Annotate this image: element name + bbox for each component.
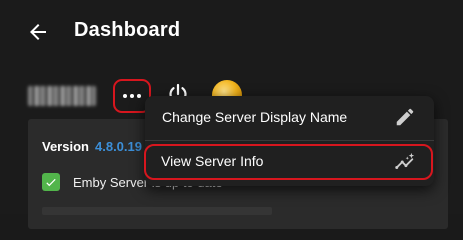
- menu-item-change-server-display-name[interactable]: Change Server Display Name: [145, 96, 434, 140]
- menu-item-view-server-info[interactable]: View Server Info: [144, 144, 433, 180]
- card-next-row: [42, 207, 272, 215]
- menu-item-label: View Server Info: [161, 153, 264, 169]
- arrow-left-icon: [30, 24, 46, 40]
- back-button[interactable]: [26, 20, 50, 44]
- page-title: Dashboard: [74, 19, 181, 41]
- version-label: Version: [42, 139, 89, 154]
- insights-icon: [395, 152, 415, 169]
- more-horizontal-icon: [123, 94, 141, 98]
- menu-item-label: Change Server Display Name: [162, 109, 348, 125]
- status-check-badge: [42, 173, 60, 191]
- dashboard-page: Dashboard Version 4.8.0.19 Emby Server i…: [0, 0, 463, 229]
- server-actions-menu: Change Server Display Name View Server I…: [144, 96, 434, 186]
- pencil-icon: [396, 108, 414, 126]
- server-name-redacted: [28, 86, 96, 106]
- version-number[interactable]: 4.8.0.19: [95, 139, 142, 154]
- check-icon: [46, 178, 56, 187]
- menu-divider: [145, 140, 434, 141]
